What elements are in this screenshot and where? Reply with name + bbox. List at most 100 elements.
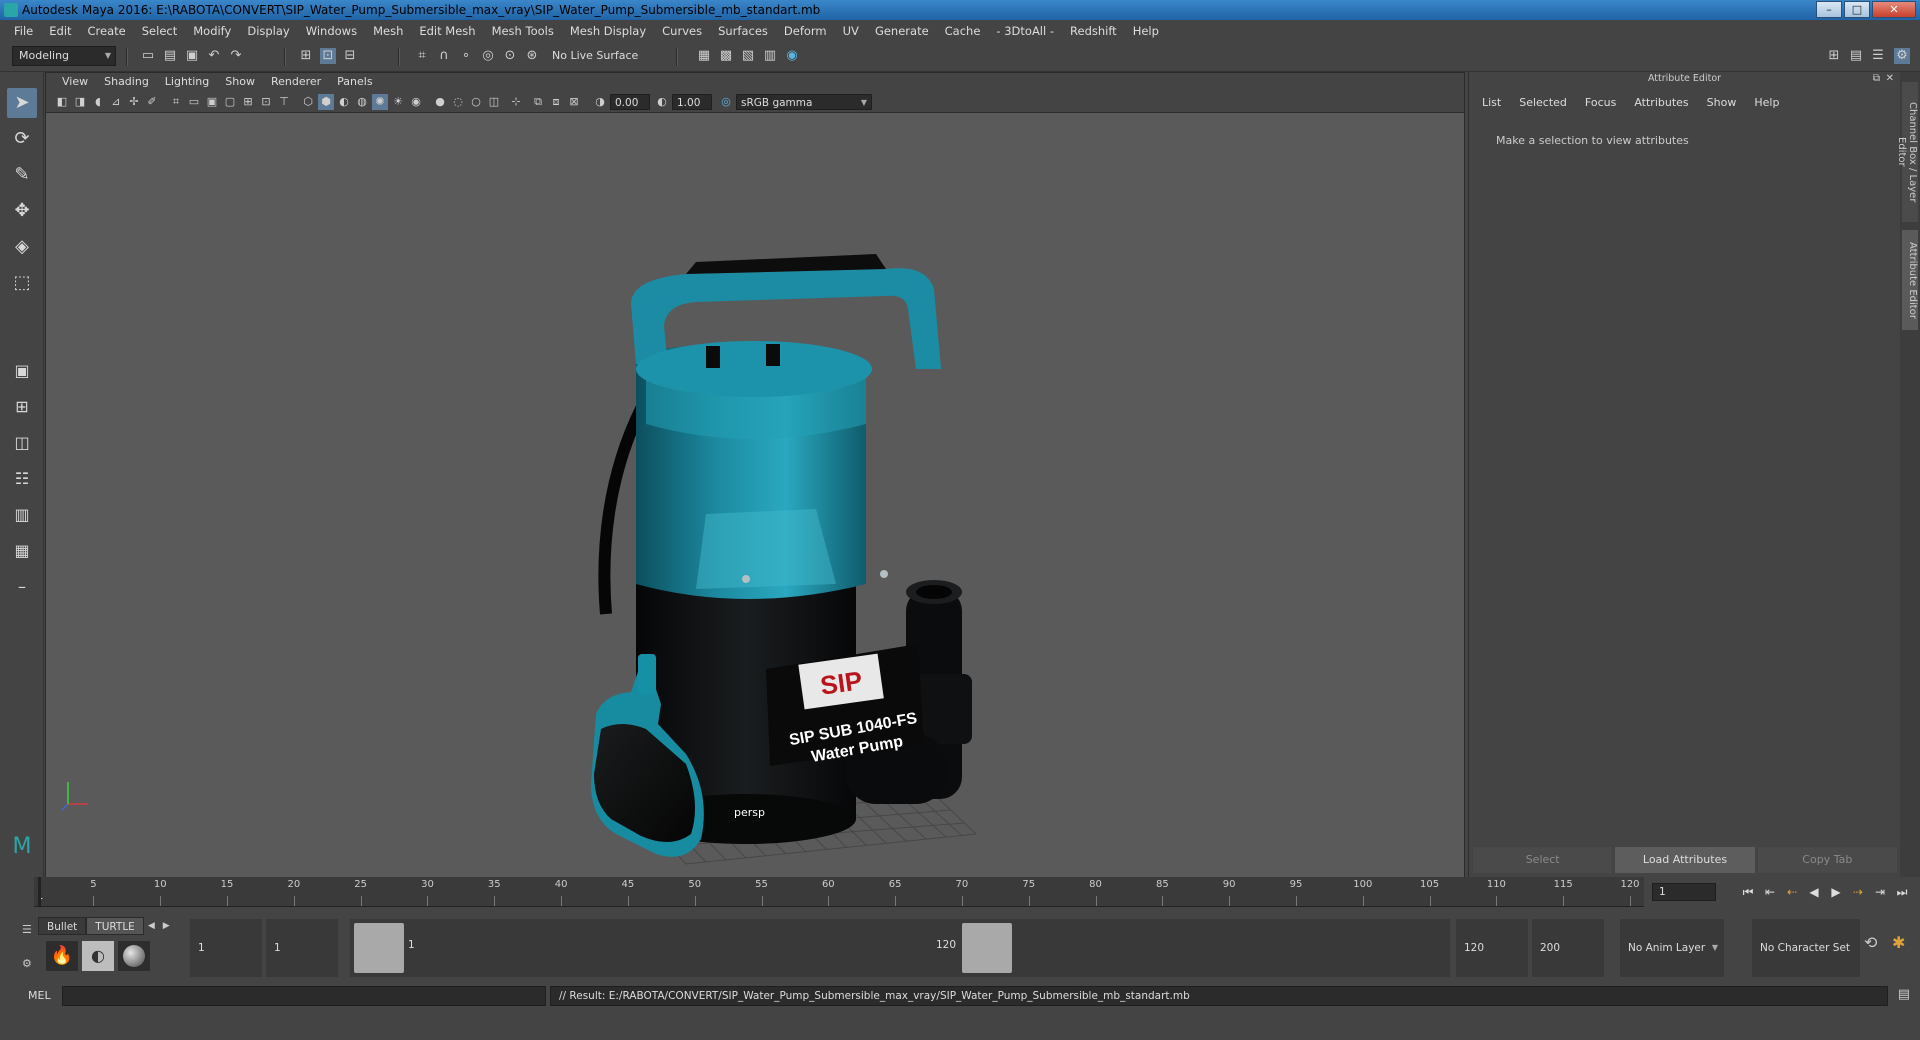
render-view-icon[interactable]: ▦ — [696, 48, 712, 64]
float-panel-icon[interactable]: ⧉ — [1873, 73, 1880, 84]
outliner-icon[interactable]: ☰ — [1870, 48, 1886, 64]
redo-icon[interactable]: ↷ — [228, 48, 244, 64]
vp-menu-shading[interactable]: Shading — [96, 73, 157, 91]
chevron-left-icon[interactable]: ◀ — [144, 917, 159, 935]
shadows-icon[interactable]: ☀ — [390, 94, 406, 110]
viewport-canvas[interactable]: SIP SIP SUB 1040-FS Water Pump persp — [46, 114, 1464, 877]
menu-surfaces[interactable]: Surfaces — [710, 24, 776, 38]
vp-menu-view[interactable]: View — [54, 73, 96, 91]
select-component-icon[interactable]: ⊟ — [342, 48, 358, 64]
textured-icon[interactable]: ◍ — [354, 94, 370, 110]
snap-surface-icon[interactable]: ⊙ — [502, 48, 518, 64]
open-scene-icon[interactable]: ▤ — [162, 48, 178, 64]
play-forward-icon[interactable]: ▶ — [1828, 884, 1844, 900]
2d-pan-icon[interactable]: ✢ — [126, 94, 142, 110]
layout-icon[interactable]: ▤ — [1848, 48, 1864, 64]
safe-title-icon[interactable]: ⊤ — [276, 94, 292, 110]
vp-menu-panels[interactable]: Panels — [329, 73, 380, 91]
minimize-button[interactable]: – — [1816, 1, 1842, 18]
snap-live-icon[interactable]: ⊛ — [524, 48, 540, 64]
wireframe-icon[interactable]: ⬡ — [300, 94, 316, 110]
menu-display[interactable]: Display — [239, 24, 297, 38]
range-start-handle[interactable] — [354, 923, 404, 973]
shelf-settings-icon[interactable]: ⚙ — [22, 957, 32, 970]
playback-end-field[interactable]: 120 — [1456, 919, 1528, 977]
menu-redshift[interactable]: Redshift — [1062, 24, 1125, 38]
ae-menu-selected[interactable]: Selected — [1510, 94, 1576, 112]
shelf-tab-bullet[interactable]: Bullet — [38, 917, 87, 935]
vp-menu-show[interactable]: Show — [217, 73, 263, 91]
menu-3dtoall[interactable]: - 3DtoAll - — [988, 24, 1062, 38]
current-frame-field[interactable] — [1652, 883, 1716, 901]
vp-menu-lighting[interactable]: Lighting — [157, 73, 217, 91]
quick-layout-outliner-icon[interactable]: ☷ — [7, 464, 37, 494]
camera-icon[interactable]: ◧ — [54, 94, 70, 110]
menu-edit-mesh[interactable]: Edit Mesh — [411, 24, 483, 38]
menu-create[interactable]: Create — [80, 24, 134, 38]
snap-grid-icon[interactable]: ⌗ — [414, 48, 430, 64]
step-forward-frame-icon[interactable]: ⇢ — [1850, 884, 1866, 900]
step-back-key-icon[interactable]: ⇤ — [1762, 884, 1778, 900]
bookmark-icon[interactable]: ◖ — [90, 94, 106, 110]
use-lights-icon[interactable]: ✺ — [372, 94, 388, 110]
menu-select[interactable]: Select — [134, 24, 185, 38]
select-object-icon[interactable]: ⊡ — [320, 48, 336, 64]
chevron-right-icon[interactable]: ▶ — [159, 917, 174, 935]
mel-label[interactable]: MEL — [28, 989, 51, 1002]
load-attributes-button[interactable]: Load Attributes — [1615, 847, 1755, 873]
menu-edit[interactable]: Edit — [41, 24, 79, 38]
shelf-fire-icon[interactable]: 🔥 — [46, 941, 78, 971]
ae-menu-help[interactable]: Help — [1745, 94, 1788, 112]
select-hierarchy-icon[interactable]: ⊞ — [298, 48, 314, 64]
go-to-start-icon[interactable]: ⏮ — [1740, 884, 1756, 900]
scale-icon[interactable]: ⬚ — [7, 268, 37, 298]
menu-modify[interactable]: Modify — [185, 24, 239, 38]
copy-tab-button[interactable]: Copy Tab — [1757, 847, 1897, 873]
color-management-icon[interactable]: ◎ — [718, 94, 734, 110]
paint-brush-icon[interactable]: ✎ — [7, 160, 37, 190]
shelf-tab-turtle[interactable]: TURTLE — [86, 917, 144, 935]
mode-dropdown[interactable]: Modeling ▼ — [12, 46, 116, 66]
shelf-render-icon[interactable]: ◐ — [82, 941, 114, 971]
close-icon[interactable]: ✕ — [1886, 73, 1894, 84]
undo-icon[interactable]: ↶ — [206, 48, 222, 64]
quick-layout-graph-icon[interactable]: ▥ — [7, 500, 37, 530]
smooth-shade-icon[interactable]: ⬢ — [318, 94, 334, 110]
depth-of-field-icon[interactable]: ⊠ — [566, 94, 582, 110]
anim-prefs-icon[interactable]: ✱ — [1892, 933, 1905, 952]
grid-icon[interactable]: ⌗ — [168, 94, 184, 110]
motion-blur-icon[interactable]: ⧈ — [548, 94, 564, 110]
rotate-icon[interactable]: ◈ — [7, 232, 37, 262]
menu-file[interactable]: File — [6, 24, 41, 38]
gate-mask-icon[interactable]: ▢ — [222, 94, 238, 110]
multisample-icon[interactable]: ⧉ — [530, 94, 546, 110]
move-icon[interactable]: ✥ — [7, 196, 37, 226]
maximize-button[interactable]: □ — [1844, 1, 1870, 18]
field-chart-icon[interactable]: ⊞ — [240, 94, 256, 110]
ae-menu-focus[interactable]: Focus — [1576, 94, 1625, 112]
playback-range-slider[interactable]: 1 120 — [350, 919, 1450, 977]
play-backward-icon[interactable]: ◀ — [1806, 884, 1822, 900]
isolate-select-icon[interactable]: ◫ — [486, 94, 502, 110]
tab-attribute-editor[interactable]: Attribute Editor — [1902, 230, 1918, 330]
hud-icon[interactable]: ⊹ — [508, 94, 524, 110]
shelf-sphere-icon[interactable] — [118, 941, 150, 971]
attribute-editor-toggle-icon[interactable]: ⚙ — [1894, 48, 1910, 64]
mel-input[interactable] — [62, 986, 546, 1006]
start-frame-field[interactable]: 1 — [190, 919, 262, 977]
xray-joints-icon[interactable]: ◌ — [450, 94, 466, 110]
gamma-field[interactable]: 1.00 — [672, 94, 712, 110]
vp-menu-renderer[interactable]: Renderer — [263, 73, 329, 91]
menu-uv[interactable]: UV — [835, 24, 867, 38]
workspace-icon[interactable]: ⊞ — [1826, 48, 1842, 64]
snap-view-icon[interactable]: ◎ — [480, 48, 496, 64]
step-forward-key-icon[interactable]: ⇥ — [1872, 884, 1888, 900]
xray-components-icon[interactable]: ○ — [468, 94, 484, 110]
close-button[interactable]: ✕ — [1872, 1, 1916, 18]
save-scene-icon[interactable]: ▣ — [184, 48, 200, 64]
exposure-icon[interactable]: ◑ — [592, 94, 608, 110]
image-plane-icon[interactable]: ⊿ — [108, 94, 124, 110]
grease-pencil-icon[interactable]: ✐ — [144, 94, 160, 110]
film-gate-icon[interactable]: ▭ — [186, 94, 202, 110]
ae-menu-attributes[interactable]: Attributes — [1625, 94, 1697, 112]
